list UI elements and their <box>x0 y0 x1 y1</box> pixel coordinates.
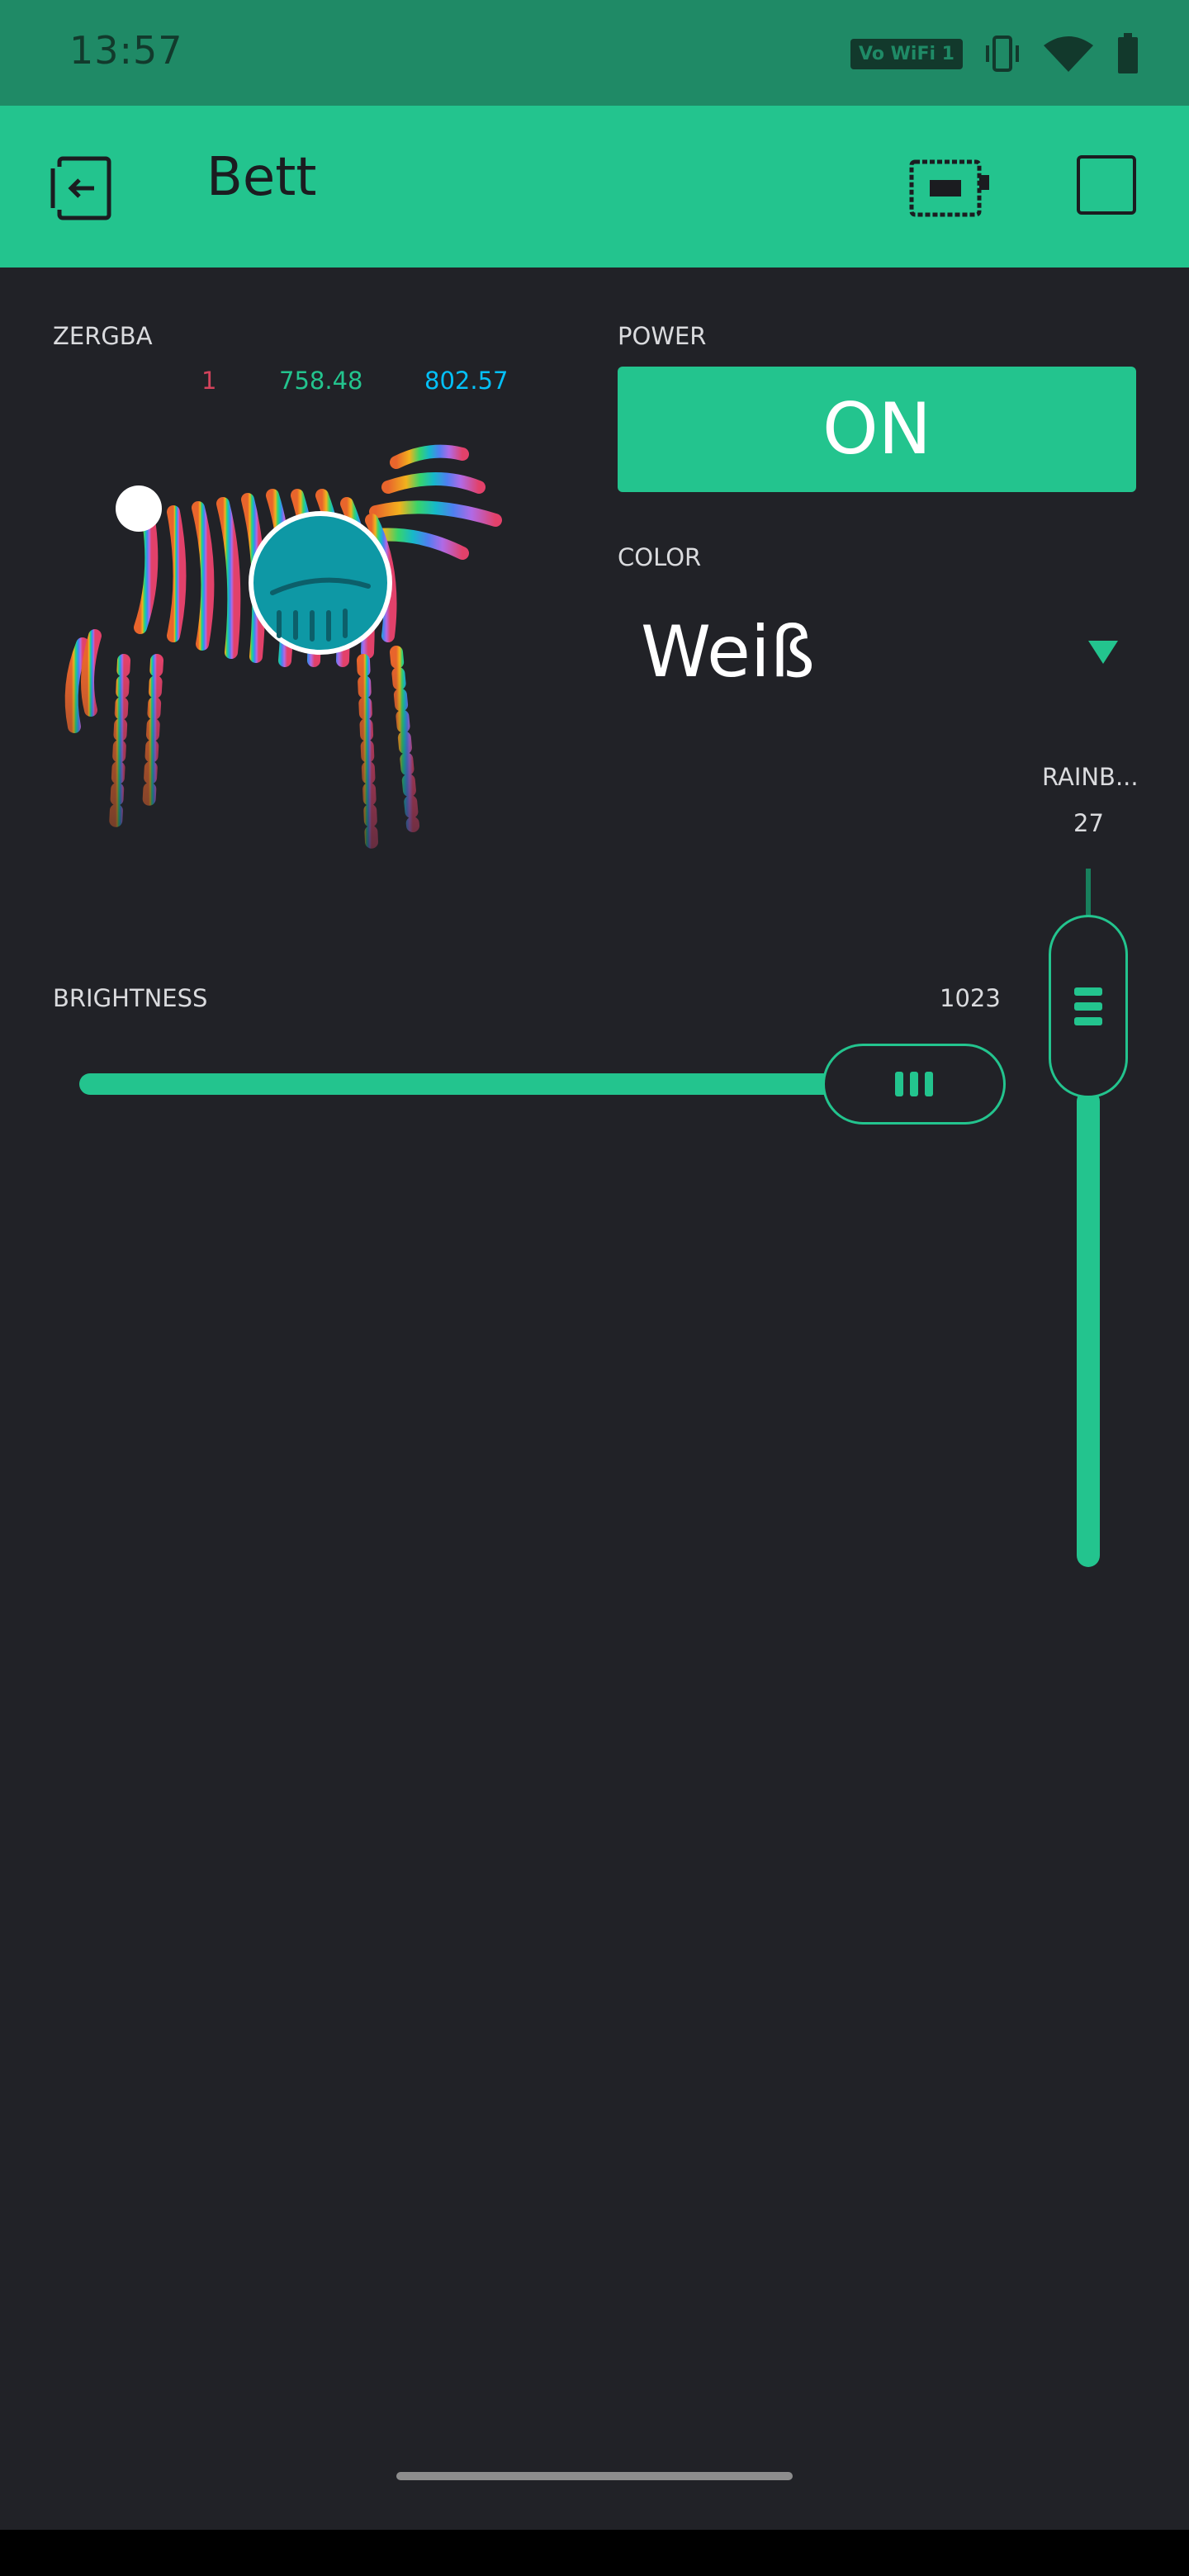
volte-wifi-icon: Vo WiFi 1 <box>850 38 963 69</box>
zergba-green-value: 758.48 <box>279 367 363 395</box>
color-selected-value: Weiß <box>641 611 815 694</box>
power-button[interactable]: ON <box>618 367 1136 492</box>
status-bar: 13:57 Vo WiFi 1 <box>0 0 1189 106</box>
rainbow-slider-track-filled[interactable] <box>1077 1090 1100 1567</box>
status-time: 13:57 <box>69 28 183 73</box>
rainbow-value: 27 <box>1073 809 1104 837</box>
wifi-signal-icon <box>1044 36 1093 72</box>
navigation-bar <box>0 2530 1189 2576</box>
zergba-white-dot <box>116 485 162 532</box>
zergba-label: ZERGBA <box>53 322 153 350</box>
zergba-color-picker[interactable] <box>50 413 578 908</box>
app-bar: Bett <box>0 106 1189 268</box>
gesture-nav-handle[interactable] <box>396 2472 793 2480</box>
color-label: COLOR <box>618 543 702 571</box>
zergba-blue-value: 802.57 <box>424 367 509 395</box>
brightness-value: 1023 <box>940 984 1001 1012</box>
status-icons: Vo WiFi 1 <box>850 30 1139 78</box>
brightness-label: BRIGHTNESS <box>53 984 208 1012</box>
zergba-selector-knob <box>249 511 392 655</box>
color-select[interactable]: Weiß <box>618 594 1136 710</box>
rainbow-slider-handle[interactable] <box>1049 915 1128 1098</box>
rainbow-label: RAINB... <box>1042 763 1139 791</box>
brightness-slider-handle[interactable] <box>822 1044 1006 1125</box>
dropdown-arrow-icon <box>1088 641 1118 664</box>
back-exit-icon[interactable] <box>46 154 116 223</box>
battery-icon <box>1118 33 1138 73</box>
vibrate-icon <box>986 36 1019 72</box>
stop-square-icon[interactable] <box>1077 155 1136 215</box>
device-icon[interactable] <box>908 159 991 218</box>
zergba-red-value: 1 <box>201 367 217 395</box>
rainbow-slider-track-empty[interactable] <box>1086 869 1091 918</box>
page-title: Bett <box>206 147 317 208</box>
power-label: POWER <box>618 322 707 350</box>
